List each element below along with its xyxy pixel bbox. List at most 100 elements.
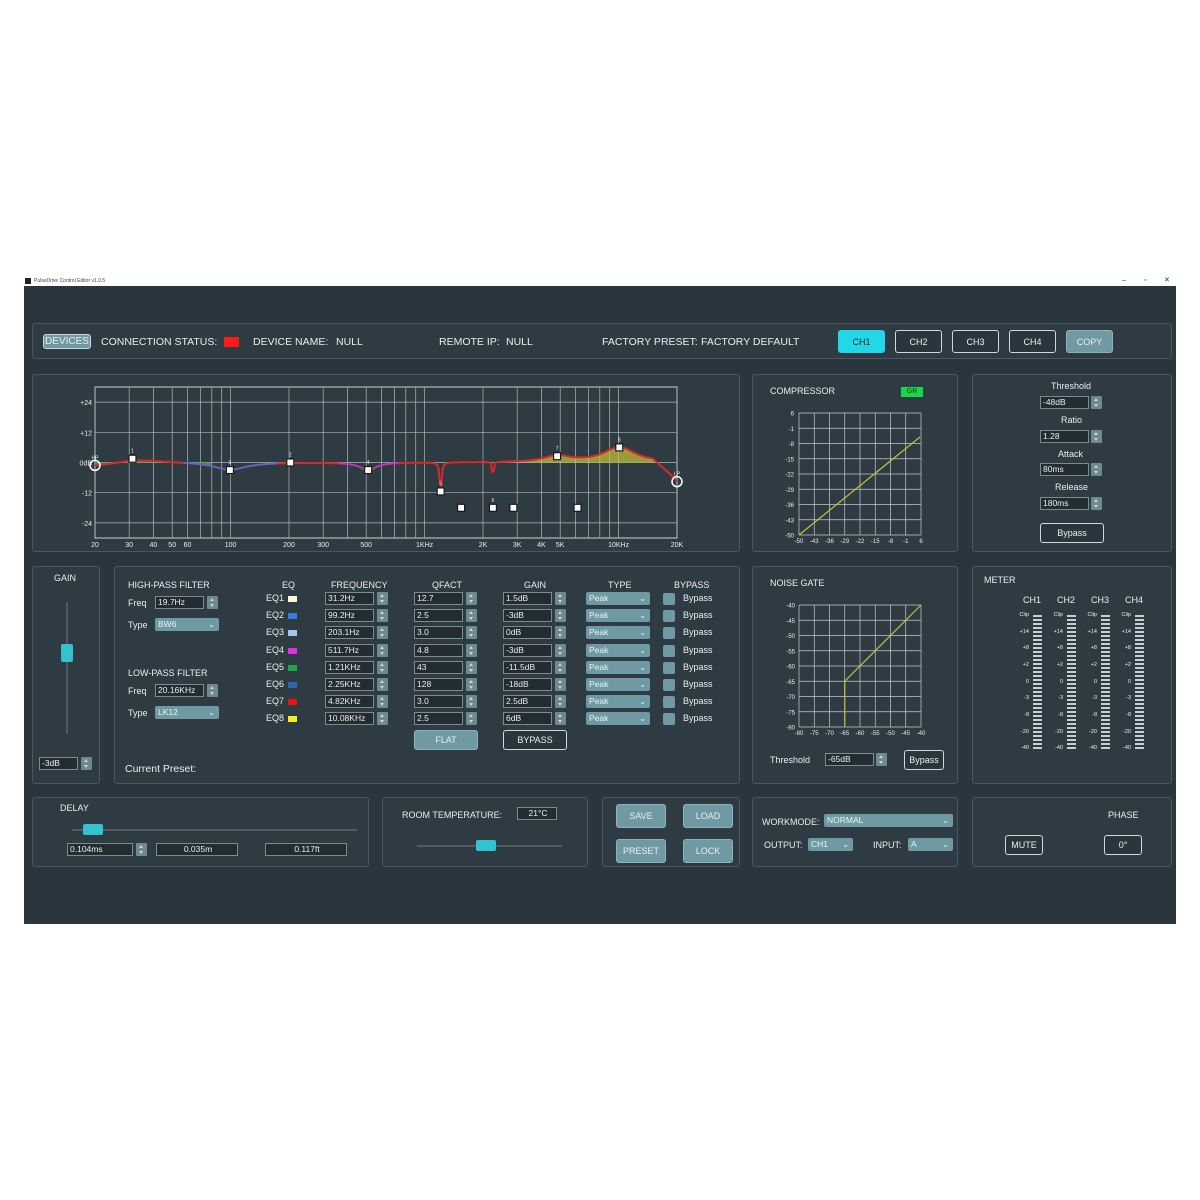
eq-qfact-field[interactable]: 128	[414, 678, 463, 691]
devices-button[interactable]: DEVICES	[43, 334, 91, 349]
eq-q-handle[interactable]	[573, 503, 582, 512]
workmode-select[interactable]: NORMAL ⌄	[824, 814, 953, 827]
eq-frequency-field[interactable]: 4.82KHz	[325, 695, 374, 709]
eq-frequency-spinner[interactable]	[377, 695, 388, 709]
eq-bypass-checkbox[interactable]	[663, 593, 675, 605]
delay-ms-field[interactable]: 0.104ms	[67, 843, 133, 856]
eq-gain-spinner[interactable]	[555, 695, 566, 709]
eq-node-handle[interactable]	[436, 487, 445, 496]
channel-tab-ch1[interactable]: CH1	[838, 330, 885, 353]
eq-qfact-field[interactable]: 12.7	[414, 592, 463, 605]
ng-threshold-spinner[interactable]	[876, 753, 887, 766]
room-temperature-field[interactable]: 21°C	[517, 807, 557, 820]
maximize-button[interactable]: ▫	[1144, 276, 1146, 286]
eq-node-handle[interactable]	[225, 465, 235, 475]
delay-slider-thumb[interactable]	[82, 824, 103, 835]
eq-type-select[interactable]: Peak ⌄	[586, 592, 650, 605]
eq-bypass-checkbox[interactable]	[663, 679, 675, 691]
eq-q-handle[interactable]	[457, 503, 466, 512]
eq-qfact-spinner[interactable]	[466, 592, 477, 605]
eq-gain-spinner[interactable]	[555, 660, 566, 674]
eq-qfact-spinner[interactable]	[466, 712, 477, 726]
copy-button[interactable]: COPY	[1066, 330, 1113, 353]
eq-qfact-field[interactable]: 43	[414, 660, 463, 674]
eq-node-handle[interactable]	[128, 454, 137, 463]
eq-frequency-field[interactable]: 31.2Hz	[325, 592, 374, 605]
delay-slider-track[interactable]	[72, 829, 357, 831]
save-button[interactable]: SAVE	[616, 804, 666, 828]
comp-threshold-field[interactable]: -48dB	[1040, 396, 1089, 409]
eq-frequency-spinner[interactable]	[377, 609, 388, 623]
eq-bypass-checkbox[interactable]	[663, 696, 675, 709]
eq-node-handle[interactable]	[615, 443, 624, 452]
eq-qfact-field[interactable]: 4.8	[414, 643, 463, 657]
room-temperature-slider-thumb[interactable]	[475, 840, 496, 851]
eq-gain-field[interactable]: -3dB	[503, 609, 552, 623]
phase-value-button[interactable]: 0°	[1104, 835, 1142, 855]
gain-spinner[interactable]	[81, 757, 92, 770]
eq-type-select[interactable]: Peak ⌄	[586, 660, 650, 674]
eq-frequency-field[interactable]: 99.2Hz	[325, 609, 374, 623]
eq-frequency-field[interactable]: 1.21KHz	[325, 660, 374, 674]
channel-tab-ch2[interactable]: CH2	[895, 330, 942, 353]
eq-gain-spinner[interactable]	[555, 592, 566, 605]
eq-gain-field[interactable]: 1.5dB	[503, 592, 552, 605]
eq-qfact-spinner[interactable]	[466, 626, 477, 640]
delay-meters-field[interactable]: 0.035m	[156, 843, 238, 856]
eq-bypass-checkbox[interactable]	[663, 661, 675, 674]
load-button[interactable]: LOAD	[683, 804, 733, 828]
eq-gain-spinner[interactable]	[555, 643, 566, 657]
eq-type-select[interactable]: Peak ⌄	[586, 695, 650, 709]
eq-qfact-spinner[interactable]	[466, 660, 477, 674]
output-select[interactable]: CH1 ⌄	[808, 838, 853, 851]
eq-bypass-checkbox[interactable]	[663, 610, 675, 623]
close-button[interactable]: ✕	[1164, 276, 1170, 286]
input-select[interactable]: A ⌄	[908, 838, 953, 851]
eq-qfact-field[interactable]: 2.5	[414, 609, 463, 623]
eq-frequency-field[interactable]: 511.7Hz	[325, 643, 374, 657]
eq-gain-field[interactable]: 0dB	[503, 626, 552, 640]
eq-qfact-field[interactable]: 3.0	[414, 626, 463, 640]
eq-node-handle[interactable]	[364, 465, 373, 475]
eq-q-handle[interactable]	[509, 503, 518, 512]
eq-bypass-checkbox[interactable]	[663, 713, 675, 726]
eq-gain-spinner[interactable]	[555, 678, 566, 691]
eq-type-select[interactable]: Peak ⌄	[586, 712, 650, 726]
gain-field[interactable]: -3dB	[39, 757, 78, 770]
eq-qfact-spinner[interactable]	[466, 643, 477, 657]
delay-ms-spinner[interactable]	[136, 843, 147, 856]
channel-tab-ch4[interactable]: CH4	[1009, 330, 1056, 353]
eq-qfact-field[interactable]: 2.5	[414, 712, 463, 726]
eq-type-select[interactable]: Peak ⌄	[586, 626, 650, 640]
gain-slider-track[interactable]	[66, 602, 68, 734]
lock-button[interactable]: LOCK	[683, 839, 733, 863]
eq-qfact-field[interactable]: 3.0	[414, 695, 463, 709]
eq-frequency-spinner[interactable]	[377, 643, 388, 657]
eq-node-handle[interactable]	[553, 452, 562, 461]
flat-button[interactable]: FLAT	[414, 730, 478, 750]
eq-gain-spinner[interactable]	[555, 609, 566, 623]
eq-frequency-spinner[interactable]	[377, 626, 388, 640]
comp-ratio-field[interactable]: 1.28	[1040, 430, 1089, 443]
eq-bypass-checkbox[interactable]	[663, 627, 675, 640]
ng-bypass-button[interactable]: Bypass	[904, 750, 944, 770]
eq-bypass-button[interactable]: BYPASS	[503, 730, 567, 750]
eq-frequency-spinner[interactable]	[377, 678, 388, 691]
eq-frequency-field[interactable]: 2.25KHz	[325, 678, 374, 691]
eq-qfact-spinner[interactable]	[466, 695, 477, 709]
eq-gain-field[interactable]: -3dB	[503, 643, 552, 657]
minimize-button[interactable]: –	[1122, 276, 1126, 286]
ng-threshold-field[interactable]: -65dB	[825, 753, 874, 766]
eq-frequency-spinner[interactable]	[377, 592, 388, 605]
eq-node-handle[interactable]	[286, 458, 295, 467]
eq-gain-field[interactable]: -11.5dB	[503, 660, 552, 674]
eq-type-select[interactable]: Peak ⌄	[586, 643, 650, 657]
eq-frequency-field[interactable]: 10.08KHz	[325, 712, 374, 726]
comp-attack-field[interactable]: 80ms	[1040, 463, 1089, 476]
eq-gain-field[interactable]: -18dB	[503, 678, 552, 691]
eq-gain-spinner[interactable]	[555, 626, 566, 640]
eq-qfact-spinner[interactable]	[466, 678, 477, 691]
eq-gain-field[interactable]: 6dB	[503, 712, 552, 726]
eq-gain-spinner[interactable]	[555, 712, 566, 726]
eq-type-select[interactable]: Peak ⌄	[586, 609, 650, 623]
